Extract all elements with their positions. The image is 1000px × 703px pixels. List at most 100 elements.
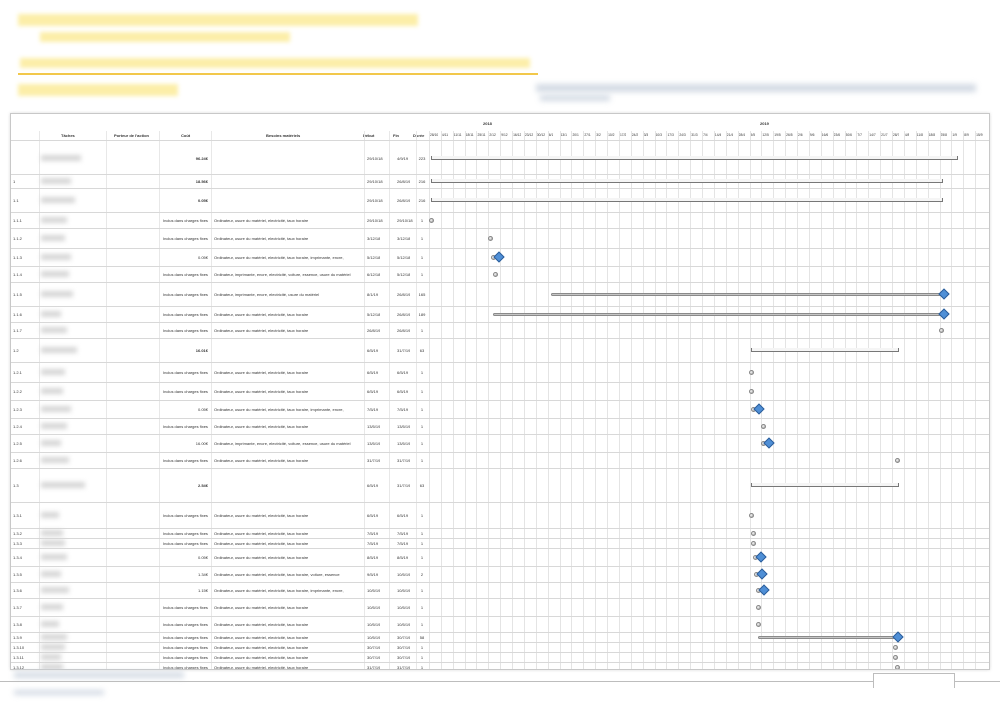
task-needs: Ordinateur, usure du matériel, electrici…: [214, 369, 309, 375]
task-needs: Ordinateur, usure du matériel, electrici…: [214, 254, 344, 260]
task-duration: 1: [420, 530, 424, 536]
task-end: 29/10/18: [397, 217, 413, 223]
week-label: 17/2: [619, 133, 627, 137]
blurred-task-name: [41, 291, 73, 297]
week-label: 6/1: [548, 133, 554, 137]
task-cost: 2.54€: [197, 482, 208, 488]
milestone-marker: [758, 584, 770, 596]
task-start: 8/5/19: [367, 554, 379, 560]
task-dot: [428, 217, 434, 223]
task-end: 31/7/19: [397, 482, 411, 488]
task-id: 1.1.1: [13, 217, 22, 223]
task-bar: [551, 292, 943, 296]
task-start: 10/5/19: [367, 634, 381, 640]
task-cost: Inclus dans charges fixes: [163, 604, 208, 610]
task-needs: Ordinateur, usure du matériel, electrici…: [214, 235, 309, 241]
task-duration: 63: [419, 482, 425, 488]
row-separator: [11, 582, 989, 583]
blurred-task-name: [41, 571, 61, 577]
row-separator: [11, 434, 989, 435]
task-needs: Ordinateur, usure du matériel, electrici…: [214, 604, 309, 610]
task-end: 8/5/19: [397, 554, 409, 560]
blurred-highlight-line-4: [18, 84, 178, 96]
task-start: 9/5/19: [367, 571, 379, 577]
task-start: 29/10/18: [367, 217, 383, 223]
milestone-marker: [493, 251, 506, 263]
task-cost: 0.05€: [197, 197, 208, 203]
task-dot: [749, 388, 755, 394]
task-cost: Inclus dans charges fixes: [163, 369, 208, 375]
week-label: 19/5: [774, 133, 781, 137]
task-id: 1.1.6: [13, 311, 22, 317]
blurred-task-name: [41, 634, 67, 640]
summary-bar: [430, 179, 943, 183]
row-separator: [11, 362, 989, 363]
task-duration: 1: [420, 664, 424, 670]
task-cost: Inclus dans charges fixes: [163, 271, 208, 277]
row-separator: [11, 598, 989, 599]
task-cost: Inclus dans charges fixes: [163, 664, 208, 670]
summary-bar: [430, 156, 959, 160]
task-id: 1.2.6: [13, 457, 22, 463]
task-id: 1.3.11: [13, 654, 24, 660]
blurred-footer-text: [14, 672, 184, 678]
task-end: 6/5/19: [397, 512, 409, 518]
task-start: 30/7/19: [367, 654, 381, 660]
week-label: 14/7: [869, 133, 876, 137]
week-label: 13/1: [560, 133, 568, 137]
task-id: 1.3.12: [13, 664, 25, 670]
task-cost: Inclus dans charges fixes: [163, 291, 208, 297]
row-separator: [11, 642, 989, 643]
row-separator: [11, 418, 989, 419]
task-id: 1: [13, 178, 16, 184]
row-separator: [11, 188, 989, 189]
milestone-marker: [753, 403, 765, 415]
row-separator: [11, 616, 989, 617]
task-id: 1.3.9: [13, 634, 22, 640]
task-cost: 0.05€: [197, 406, 208, 412]
task-dot: [749, 512, 755, 518]
row-separator: [11, 338, 989, 339]
task-dot: [756, 621, 762, 627]
week-label: 12/5: [762, 133, 769, 137]
page-tab: [873, 673, 955, 688]
row-separator: [11, 566, 989, 567]
task-id: 1.3.4: [13, 554, 22, 560]
week-label: 30/6: [845, 133, 852, 137]
week-label: 2/12: [489, 133, 496, 137]
task-cost: Inclus dans charges fixes: [163, 644, 208, 650]
row-separator: [11, 228, 989, 229]
task-cost: Inclus dans charges fixes: [163, 621, 208, 627]
task-dot: [493, 271, 499, 277]
task-duration: 1: [420, 644, 424, 650]
task-needs: Ordinateur, usure du matériel, electrici…: [214, 644, 309, 650]
task-duration: 1: [420, 540, 424, 546]
task-dot: [488, 235, 494, 241]
row-separator: [11, 174, 989, 175]
blurred-task-name: [41, 406, 71, 412]
task-cost: 96.24€: [195, 155, 208, 161]
blurred-task-name: [41, 482, 85, 488]
task-needs: Ordinateur, usure du matériel, electrici…: [214, 217, 309, 223]
task-dot: [750, 540, 756, 546]
blurred-task-name: [41, 604, 63, 610]
blurred-task-name: [41, 271, 69, 277]
task-end: 10/5/19: [397, 604, 411, 610]
task-needs: Ordinateur, imprimante, encre, electrici…: [214, 440, 351, 446]
task-duration: 1: [420, 217, 424, 223]
task-duration: 1: [420, 554, 424, 560]
task-id: 1.3.5: [13, 571, 22, 577]
blurred-task-name: [41, 197, 75, 203]
row-separator: [11, 632, 989, 633]
task-cost: 16.00€: [195, 440, 208, 446]
week-label: 3/3: [643, 133, 649, 137]
week-label: 4/8: [904, 133, 910, 137]
task-duration: 1: [420, 587, 424, 593]
week-label: 4/11: [441, 133, 449, 137]
week-label: 25/11: [477, 133, 486, 137]
week-label: 15/9: [976, 133, 983, 137]
task-cost: Inclus dans charges fixes: [163, 311, 208, 317]
blurred-task-name: [41, 644, 65, 650]
task-end: 7/5/19: [397, 406, 409, 412]
week-label: 27/1: [584, 133, 591, 137]
